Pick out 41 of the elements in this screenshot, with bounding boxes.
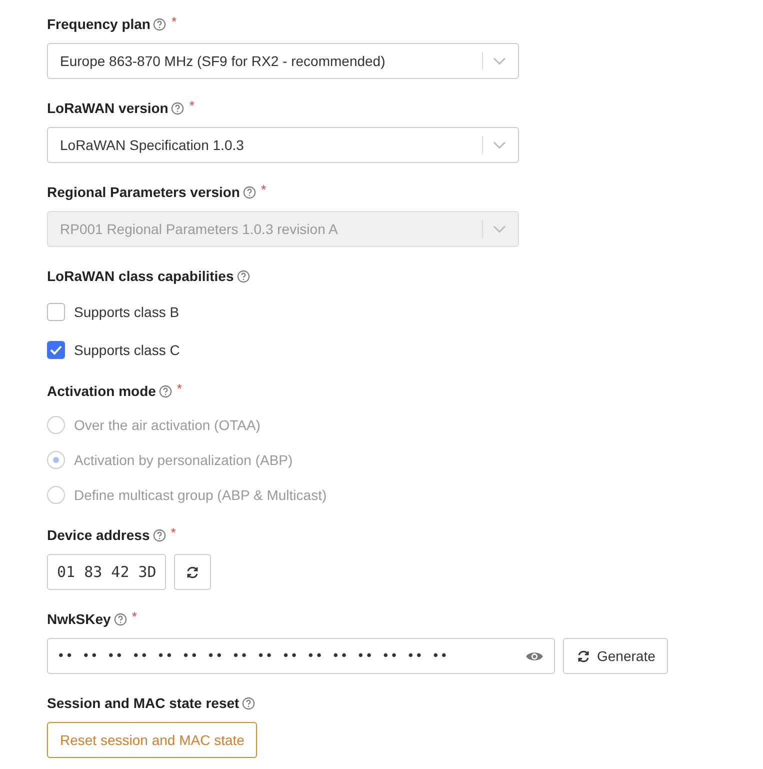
regenerate-button[interactable] — [174, 554, 212, 590]
select-field[interactable]: Europe 863-870 MHz (SF9 for RX2 - recommended) — [47, 43, 519, 79]
help-icon[interactable] — [114, 612, 127, 626]
required-mark: * — [176, 381, 182, 396]
field-label: Frequency plan — [47, 16, 150, 32]
checkbox[interactable] — [47, 303, 65, 321]
required-mark: * — [170, 525, 176, 540]
refresh-icon — [185, 564, 200, 580]
field-label: Activation mode — [47, 383, 156, 399]
help-icon[interactable] — [152, 528, 166, 542]
help-icon[interactable] — [153, 18, 166, 30]
refresh-icon — [576, 648, 591, 664]
field-label: NwkSKey — [47, 611, 111, 627]
help-icon[interactable] — [236, 270, 250, 282]
eye-icon[interactable] — [525, 650, 544, 662]
required-mark: * — [171, 14, 177, 29]
field-label: Session and MAC state reset — [47, 695, 240, 711]
help-icon[interactable] — [242, 186, 256, 198]
required-mark: * — [132, 609, 137, 624]
help-icon[interactable] — [158, 384, 172, 398]
field-label: LoRaWAN class capabilities — [47, 268, 234, 284]
required-mark: * — [260, 182, 266, 197]
help-icon[interactable] — [242, 696, 256, 710]
chevron-icon — [493, 141, 506, 149]
key-field[interactable]: •• •• •• •• •• •• •• •• •• •• •• •• •• •• •• •• — [47, 638, 555, 674]
address-field[interactable]: 01 83 42 3D — [47, 554, 166, 590]
radio-label: Over the air activation (OTAA) — [74, 416, 260, 432]
field-label: Device address — [47, 527, 150, 543]
help-icon[interactable] — [171, 102, 184, 114]
chevron-icon — [493, 57, 506, 65]
checkbox[interactable] — [47, 341, 65, 359]
select-field[interactable]: LoRaWAN Specification 1.0.3 — [47, 127, 519, 163]
required-mark: * — [189, 98, 194, 113]
radio-label: Define multicast group (ABP & Multicast) — [74, 486, 327, 502]
chevron-icon — [493, 225, 506, 233]
field-label: Regional Parameters version — [47, 184, 240, 200]
checkbox-label: Supports class B — [74, 304, 180, 320]
generate-button[interactable]: Generate — [563, 638, 668, 674]
radio-label: Activation by personalization (ABP) — [74, 452, 293, 468]
checkbox-label: Supports class C — [74, 342, 180, 358]
field-label: LoRaWAN version — [47, 100, 168, 116]
